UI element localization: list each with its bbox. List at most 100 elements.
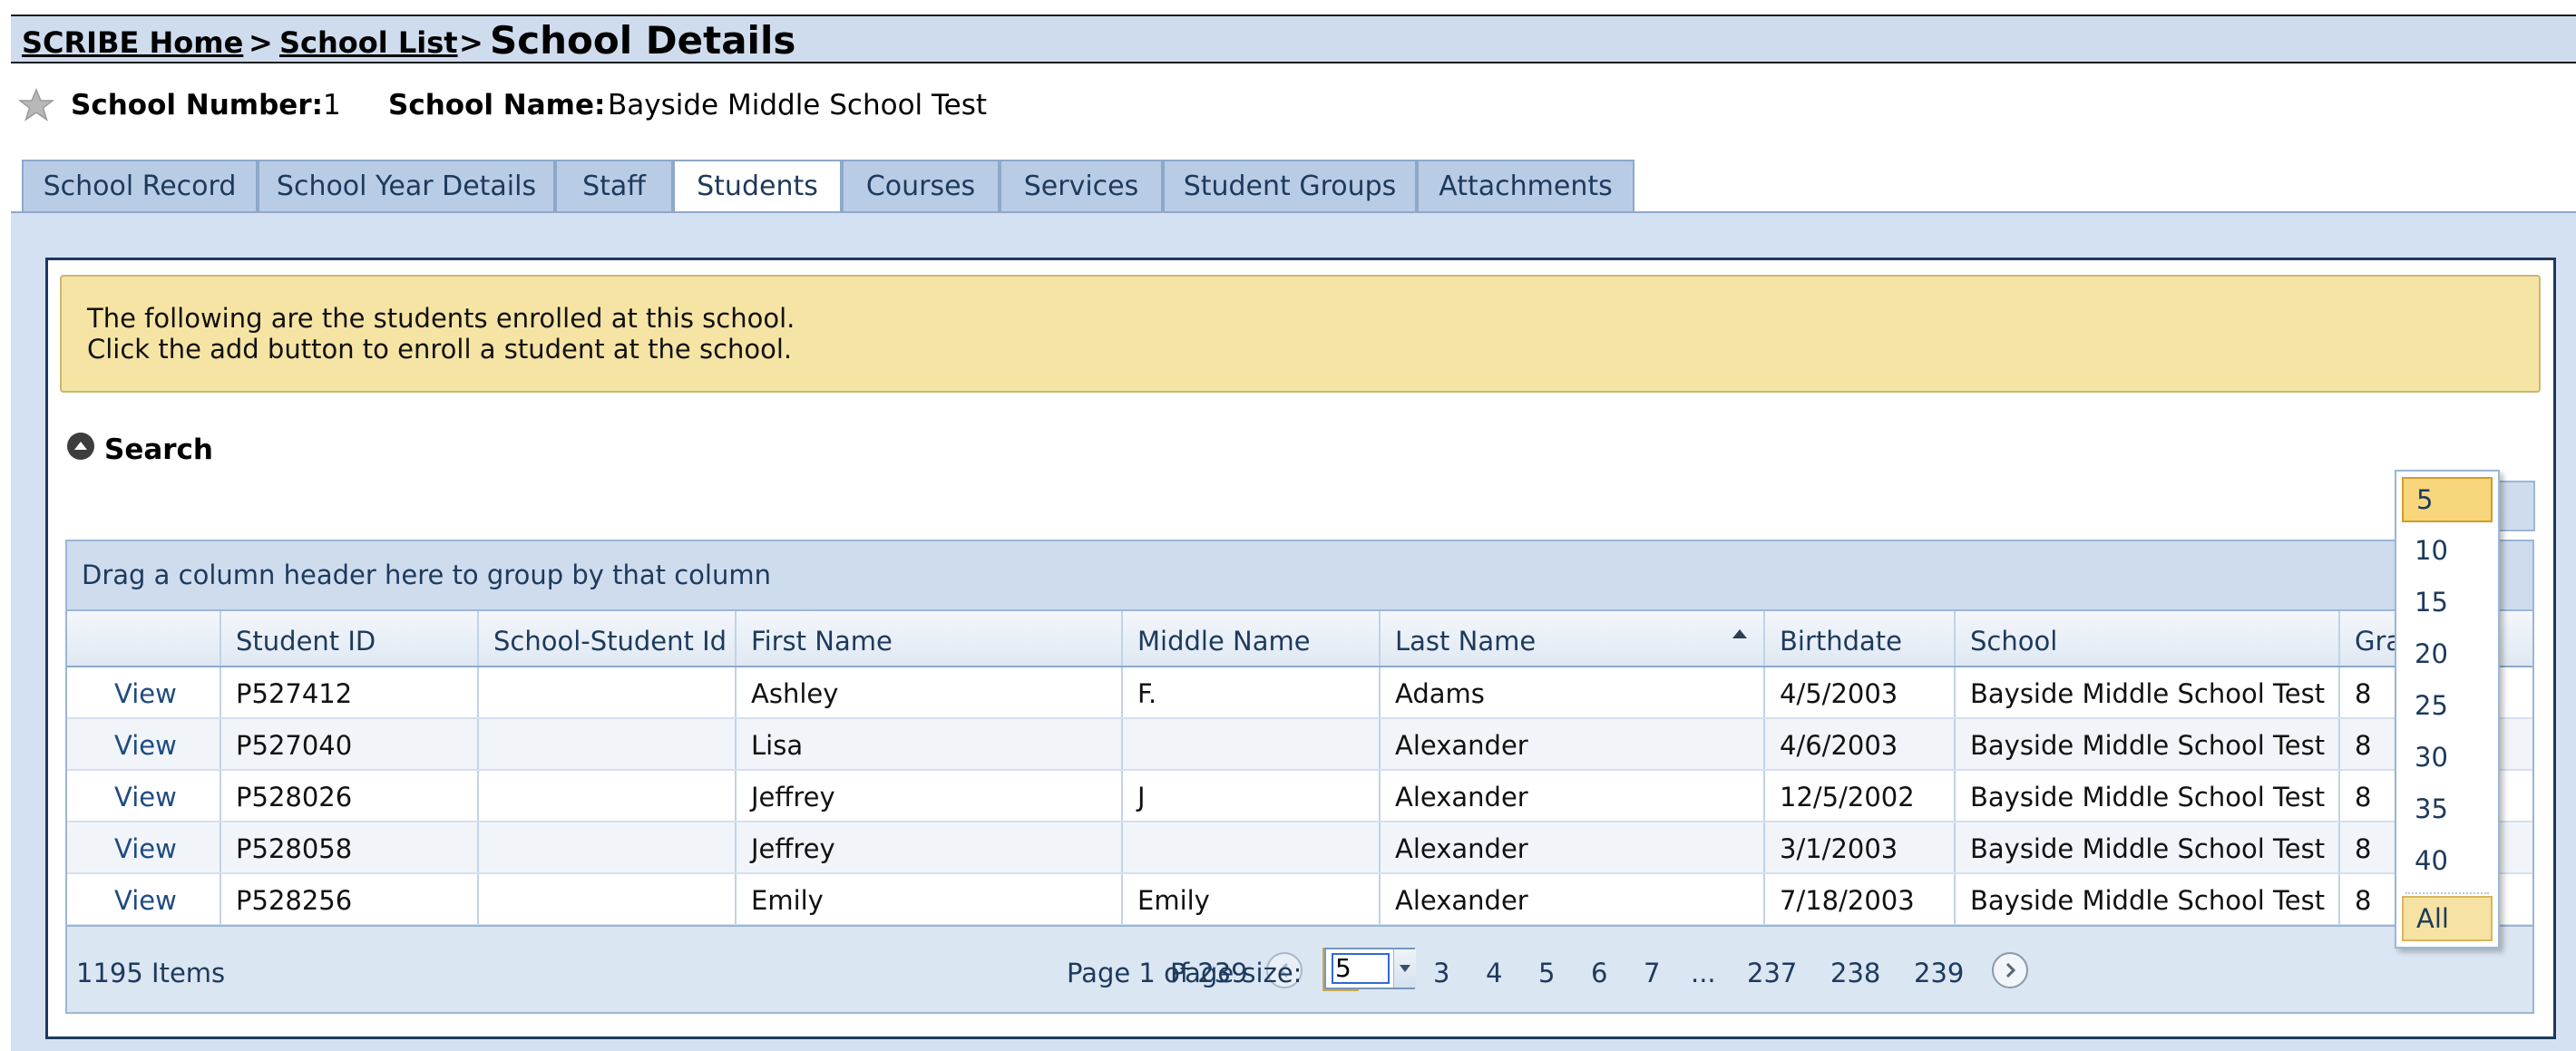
grade-cell: 8 [2355, 885, 2372, 916]
page-button[interactable]: 5 [1538, 958, 1555, 988]
column-separator [1121, 822, 1123, 872]
birthdate-cell: 12/5/2002 [1780, 782, 1915, 813]
column-separator [1121, 771, 1123, 821]
column-separator [2338, 611, 2340, 666]
grid-header-row: Student ID School-Student Id First Name … [67, 611, 2532, 667]
school-number-label: School Number: [71, 89, 324, 122]
grade-cell: 8 [2355, 730, 2372, 761]
column-separator [220, 667, 221, 717]
view-link[interactable]: View [114, 885, 177, 916]
breadcrumb-separator: > [249, 25, 273, 60]
view-link[interactable]: View [114, 678, 177, 709]
tab-services[interactable]: Services [1000, 160, 1163, 211]
column-separator [2338, 771, 2340, 821]
column-separator [220, 874, 221, 924]
column-header-school[interactable]: School [1970, 626, 2057, 657]
page-button[interactable]: 239 [1914, 958, 1964, 988]
middle-name-cell: Emily [1137, 885, 1210, 916]
column-header-middle-name[interactable]: Middle Name [1137, 626, 1311, 657]
search-section-label[interactable]: Search [104, 433, 213, 466]
page-button[interactable]: 7 [1644, 958, 1660, 988]
page-size-combobox[interactable]: 5 [1324, 948, 1416, 989]
student-id-cell: P528256 [236, 885, 353, 916]
page-size-option-all[interactable]: All [2402, 896, 2493, 941]
page-size-label: Page size: [1170, 958, 1303, 988]
middle-name-cell: J [1137, 782, 1146, 813]
column-header-school-student-id[interactable]: School-Student Id [493, 626, 727, 657]
column-separator [477, 611, 479, 666]
student-id-cell: P527412 [236, 678, 353, 709]
column-separator [1763, 771, 1765, 821]
grade-cell: 8 [2355, 833, 2372, 864]
column-separator [1379, 611, 1381, 666]
school-cell: Bayside Middle School Test [1970, 885, 2326, 916]
middle-name-cell: F. [1137, 678, 1157, 709]
page-size-option-25[interactable]: 25 [2402, 683, 2493, 728]
column-header-student-id[interactable]: Student ID [236, 626, 376, 657]
tab-school-year-details[interactable]: School Year Details [258, 160, 555, 211]
view-link[interactable]: View [114, 782, 177, 813]
page-size-option-15[interactable]: 15 [2402, 579, 2493, 625]
page-size-option-5[interactable]: 5 [2402, 477, 2493, 522]
last-name-cell: Alexander [1395, 885, 1528, 916]
page-size-input[interactable]: 5 [1332, 953, 1390, 984]
column-separator [1763, 874, 1765, 924]
page-button[interactable]: 6 [1591, 958, 1607, 988]
page-button[interactable]: 238 [1830, 958, 1880, 988]
favorite-star-icon[interactable] [18, 87, 54, 123]
column-header-first-name[interactable]: First Name [751, 626, 893, 657]
collapse-toggle-icon[interactable] [65, 431, 96, 462]
page-button[interactable]: 3 [1433, 958, 1449, 988]
last-name-cell: Alexander [1395, 782, 1528, 813]
last-name-cell: Alexander [1395, 833, 1528, 864]
group-by-panel[interactable]: Drag a column header here to group by th… [67, 541, 2532, 611]
student-id-cell: P528058 [236, 833, 353, 864]
student-id-cell: P527040 [236, 730, 353, 761]
birthdate-cell: 4/6/2003 [1780, 730, 1898, 761]
birthdate-cell: 7/18/2003 [1780, 885, 1915, 916]
school-cell: Bayside Middle School Test [1970, 833, 2326, 864]
tab-attachments[interactable]: Attachments [1417, 160, 1634, 211]
column-separator [735, 611, 737, 666]
first-name-cell: Ashley [751, 678, 839, 709]
column-separator [1379, 874, 1381, 924]
page-ellipsis-button[interactable]: ... [1691, 958, 1716, 988]
page-size-option-10[interactable]: 10 [2402, 528, 2493, 573]
page-button[interactable]: 4 [1486, 958, 1502, 988]
table-row: View P527040 Lisa Alexander 4/6/2003 Bay… [67, 719, 2532, 771]
page-size-option-30[interactable]: 30 [2402, 735, 2493, 780]
column-separator [1379, 822, 1381, 872]
school-cell: Bayside Middle School Test [1970, 678, 2326, 709]
column-separator [1954, 771, 1956, 821]
column-header-last-name[interactable]: Last Name [1395, 626, 1536, 657]
breadcrumb-home-link[interactable]: SCRIBE Home [22, 25, 243, 60]
last-name-cell: Alexander [1395, 730, 1528, 761]
table-row: View P528058 Jeffrey Alexander 3/1/2003 … [67, 822, 2532, 874]
column-separator [735, 874, 737, 924]
dropdown-arrow-icon[interactable] [1393, 949, 1416, 988]
first-name-cell: Lisa [751, 730, 804, 761]
column-separator [1954, 874, 1956, 924]
column-separator [1954, 667, 1956, 717]
tab-school-record[interactable]: School Record [22, 160, 258, 211]
column-separator [1763, 667, 1765, 717]
view-link[interactable]: View [114, 730, 177, 761]
tab-student-groups[interactable]: Student Groups [1163, 160, 1417, 211]
page-size-option-35[interactable]: 35 [2402, 786, 2493, 832]
column-separator [477, 771, 479, 821]
tab-staff[interactable]: Staff [555, 160, 673, 211]
tab-students[interactable]: Students [673, 160, 842, 214]
chevron-right-icon [2005, 962, 2016, 978]
view-link[interactable]: View [114, 833, 177, 864]
next-page-button[interactable] [1992, 952, 2028, 988]
column-separator [2338, 822, 2340, 872]
column-separator [1379, 771, 1381, 821]
items-count: 1195 Items [76, 958, 226, 988]
breadcrumb-school-list-link[interactable]: School List [279, 25, 458, 60]
column-header-birthdate[interactable]: Birthdate [1780, 626, 1902, 657]
page-button[interactable]: 237 [1747, 958, 1797, 988]
page-size-option-40[interactable]: 40 [2402, 838, 2493, 883]
page-size-option-20[interactable]: 20 [2402, 631, 2493, 676]
tab-courses[interactable]: Courses [842, 160, 1000, 211]
school-cell: Bayside Middle School Test [1970, 782, 2326, 813]
